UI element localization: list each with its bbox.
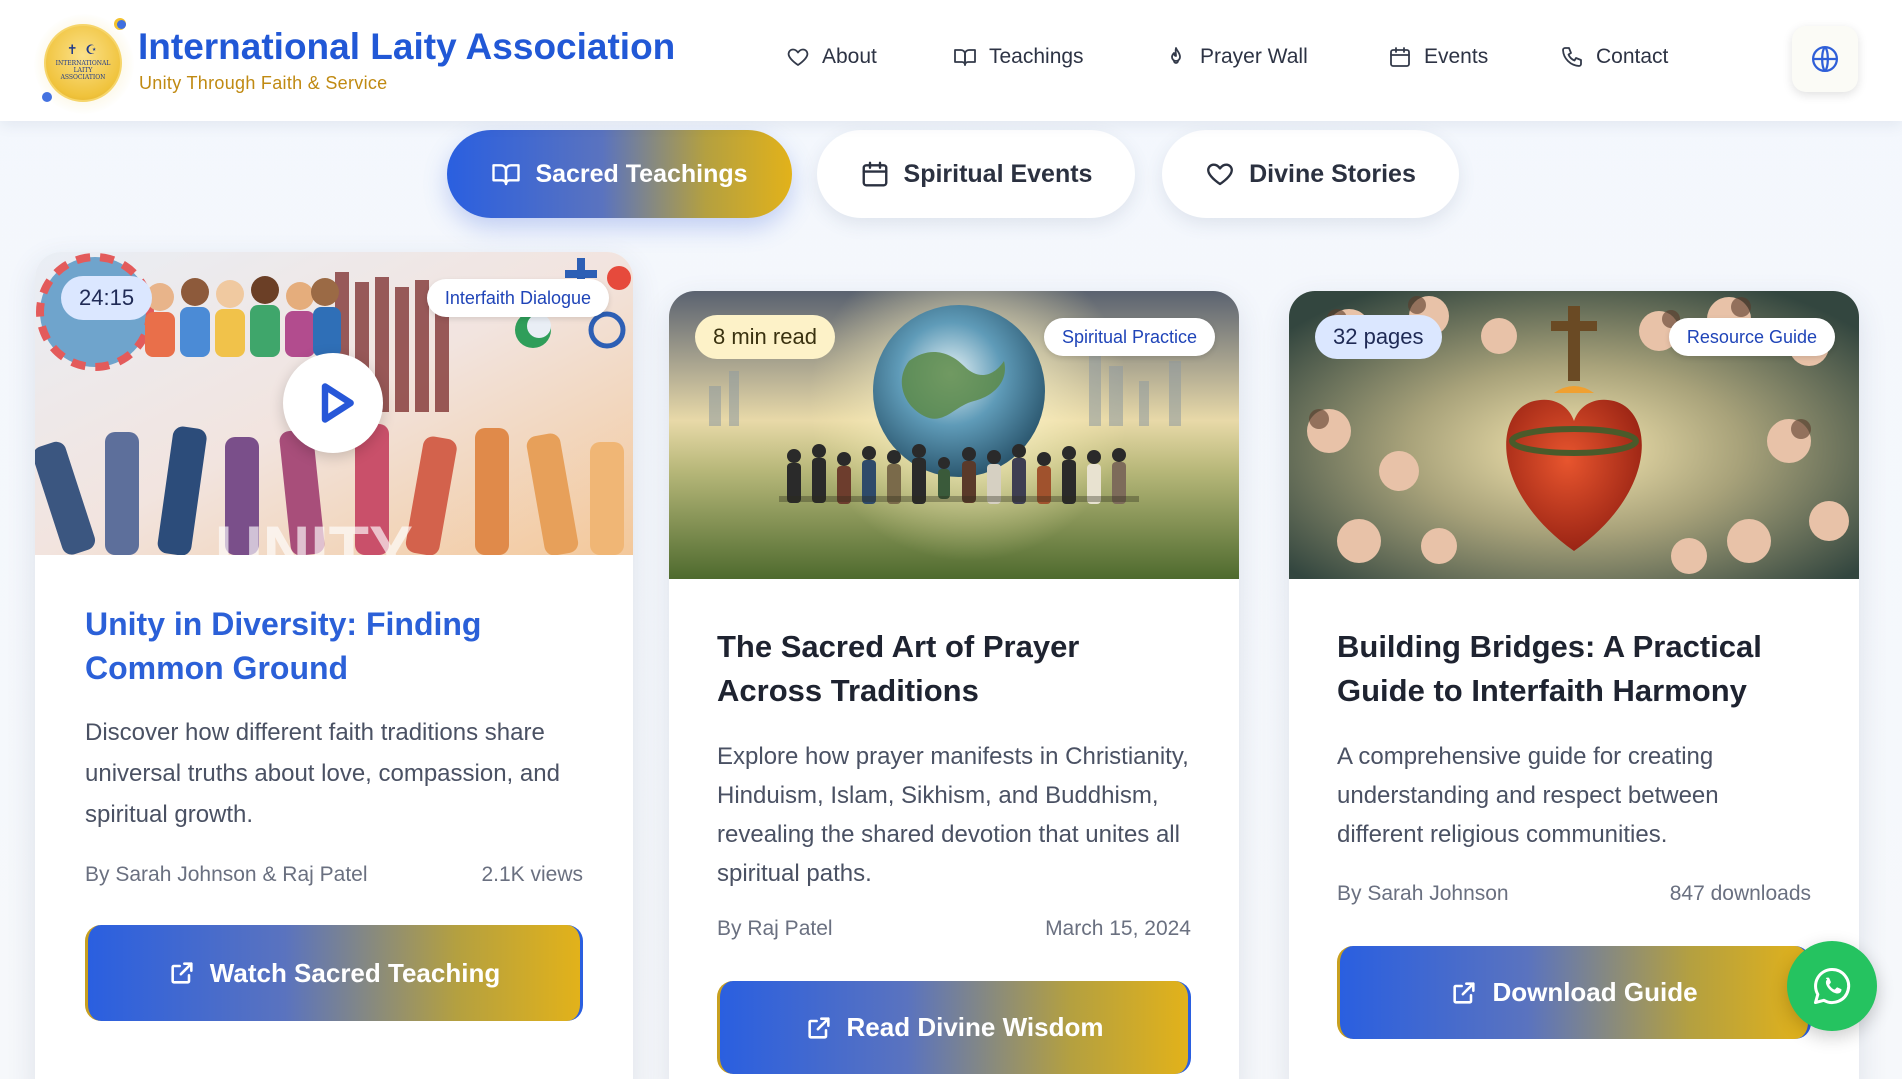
category-badge: Interfaith Dialogue: [426, 279, 609, 317]
card-title[interactable]: Building Bridges: A Practical Guide to I…: [1337, 625, 1811, 713]
button-label: Read Divine Wisdom: [846, 1012, 1104, 1042]
flame-icon: [1171, 47, 1181, 64]
brand-tagline: Unity Through Faith & Service: [139, 73, 388, 93]
card-date: March 15, 2024: [1045, 917, 1191, 940]
nav-item-contact[interactable]: Contact: [1560, 45, 1668, 69]
watch-teaching-button[interactable]: Watch Sacred Teaching: [85, 925, 583, 1021]
teaching-card: UNITY 24:15 Interfaith Dialogue Unity in…: [35, 252, 633, 1079]
category-badge: Resource Guide: [1668, 318, 1835, 356]
logo-dot: [42, 92, 52, 102]
download-guide-button[interactable]: Download Guide: [1337, 946, 1811, 1039]
card-stat: 847 downloads: [1669, 882, 1811, 905]
card-description: A comprehensive guide for creating under…: [1337, 743, 1719, 848]
logo-symbols: ✝ ☪: [66, 41, 100, 57]
nav-item-events[interactable]: Events: [1388, 45, 1488, 69]
nav-item-teachings[interactable]: Teachings: [953, 45, 1084, 69]
card-author: By Sarah Johnson & Raj Patel: [85, 863, 368, 886]
tab-spiritual-events[interactable]: Spiritual Events: [817, 130, 1135, 218]
button-label: Download Guide: [1492, 977, 1698, 1007]
logo[interactable]: ✝ ☪ INTERNATIONAL LAITY ASSOCIATION: [34, 14, 134, 114]
tab-divine-stories[interactable]: Divine Stories: [1162, 130, 1459, 218]
card-description: Explore how prayer manifests in Christia…: [717, 743, 1189, 887]
card-thumbnail[interactable]: 8 min read Spiritual Practice: [669, 291, 1239, 579]
category-badge: Spiritual Practice: [1043, 318, 1215, 356]
pages-badge: 32 pages: [1315, 315, 1442, 359]
nav-label: About: [822, 45, 877, 68]
logo-text: INTERNATIONAL LAITY ASSOCIATION: [55, 59, 111, 81]
heart-icon: [787, 48, 809, 66]
duration-badge: 24:15: [61, 276, 153, 320]
globe-icon: [1812, 46, 1838, 72]
card-meta: By Raj Patel March 15, 2024: [717, 917, 1191, 941]
tab-label: Divine Stories: [1249, 159, 1416, 188]
logo-emblem: ✝ ☪ INTERNATIONAL LAITY ASSOCIATION: [44, 24, 122, 102]
whatsapp-icon: [1813, 967, 1851, 1005]
card-meta: By Sarah Johnson 847 downloads: [1337, 882, 1811, 906]
card-body: The Sacred Art of Prayer Across Traditio…: [717, 625, 1191, 1074]
card-thumbnail[interactable]: 32 pages Resource Guide: [1289, 291, 1859, 579]
tab-label: Spiritual Events: [903, 159, 1093, 188]
nav-label: Contact: [1596, 45, 1669, 68]
card-meta: By Sarah Johnson & Raj Patel 2.1K views: [85, 863, 583, 887]
language-button[interactable]: [1792, 26, 1858, 92]
logo-dot: [117, 20, 126, 29]
unity-watermark: UNITY: [215, 512, 413, 555]
heart-icon: [1207, 163, 1234, 186]
card-title[interactable]: The Sacred Art of Prayer Across Traditio…: [717, 625, 1191, 713]
card-stat: 2.1K views: [481, 863, 583, 886]
card-author: By Sarah Johnson: [1337, 882, 1509, 905]
external-link-icon: [1453, 981, 1476, 1004]
site-header: ✝ ☪ INTERNATIONAL LAITY ASSOCIATION Inte…: [0, 0, 1902, 121]
teaching-card: 32 pages Resource Guide Building Bridges…: [1289, 291, 1859, 1079]
external-link-icon: [171, 962, 193, 984]
card-description: Discover how different faith traditions …: [85, 719, 560, 828]
calendar-icon: [862, 161, 887, 187]
card-author: By Raj Patel: [717, 917, 833, 940]
book-open-icon: [492, 164, 521, 186]
card-thumbnail[interactable]: UNITY 24:15 Interfaith Dialogue: [35, 252, 633, 555]
nav-item-about[interactable]: About: [786, 45, 877, 69]
button-label: Watch Sacred Teaching: [209, 957, 501, 988]
nav-item-prayer-wall[interactable]: Prayer Wall: [1164, 45, 1308, 69]
read-wisdom-button[interactable]: Read Divine Wisdom: [717, 981, 1191, 1074]
play-button[interactable]: [283, 353, 383, 453]
card-body: Building Bridges: A Practical Guide to I…: [1337, 625, 1811, 1039]
card-body: Unity in Diversity: Finding Common Groun…: [85, 602, 583, 1021]
nav-label: Events: [1424, 45, 1489, 68]
phone-icon: [1562, 47, 1582, 67]
tab-sacred-teachings[interactable]: Sacred Teachings: [447, 130, 792, 218]
tab-label: Sacred Teachings: [535, 159, 748, 188]
card-title[interactable]: Unity in Diversity: Finding Common Groun…: [85, 602, 583, 690]
nav-label: Prayer Wall: [1200, 45, 1308, 68]
whatsapp-button[interactable]: [1787, 941, 1877, 1031]
read-time-badge: 8 min read: [695, 315, 835, 359]
book-open-icon: [954, 49, 976, 66]
external-link-icon: [807, 1016, 830, 1039]
teaching-card: 8 min read Spiritual Practice The Sacred…: [669, 291, 1239, 1079]
brand-title[interactable]: International Laity Association: [138, 26, 675, 68]
play-icon: [321, 383, 354, 423]
calendar-icon: [1390, 47, 1410, 67]
nav-label: Teachings: [989, 45, 1084, 68]
